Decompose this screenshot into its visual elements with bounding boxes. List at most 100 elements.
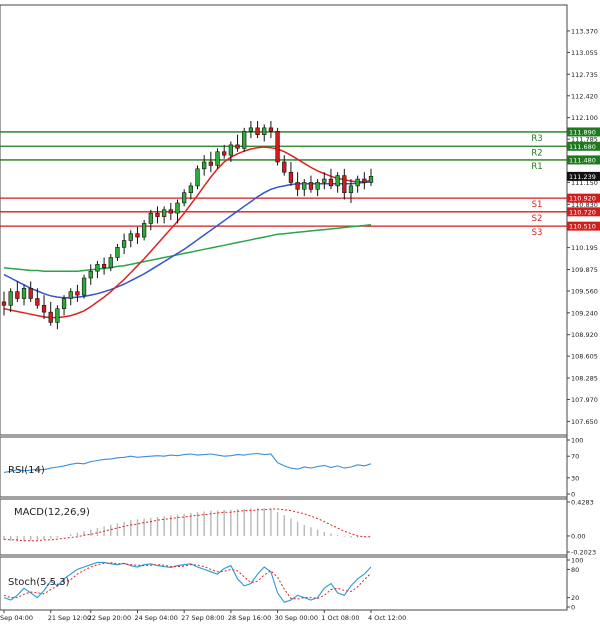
macd-ytick-label: 0.4283	[571, 499, 594, 507]
main-ytick-label: 107.650	[571, 418, 598, 426]
macd-ytick-label: 0.00	[571, 532, 585, 540]
candle-body	[202, 161, 207, 170]
main-ytick-label: 112.735	[571, 71, 598, 79]
xtick-label: 30 Sep 00:00	[275, 614, 318, 622]
candle-body	[95, 264, 100, 272]
candle-body	[41, 305, 47, 313]
xtick-label: 24 Sep 04:00	[134, 614, 177, 622]
candle-body	[121, 240, 127, 248]
candle-body	[362, 178, 367, 183]
xtick-label: 21 Sep 12:00	[48, 614, 91, 622]
level-tag-label-S3: 110.510	[569, 223, 596, 231]
main-ytick-label: 113.370	[571, 27, 598, 35]
main-ytick-label: 110.195	[571, 244, 598, 252]
candle-body	[368, 176, 374, 183]
candle-body	[288, 171, 294, 183]
level-name-R3: R3	[531, 134, 542, 144]
level-name-S3: S3	[532, 228, 543, 238]
rsi-title: RSI(14)	[8, 465, 45, 476]
candle-body	[88, 270, 93, 279]
candle-body	[8, 291, 13, 306]
candle-body	[208, 161, 213, 166]
candle-body	[48, 311, 53, 323]
main-ytick-label: 112.420	[571, 92, 598, 100]
xtick-label: 22 Sep 20:00	[88, 614, 131, 622]
main-ytick-label: 112.100	[571, 114, 598, 122]
pane-border-rsi	[0, 436, 568, 498]
candle-body	[275, 130, 280, 163]
candle-body	[168, 209, 173, 214]
forex-chart: 113.370 113.055 112.735 112.420 112.100 111.7…	[0, 0, 600, 625]
stoch-ytick-label: 20	[571, 594, 579, 602]
xtick-label: 1 Oct 08:00	[321, 614, 359, 622]
pane-border-main	[0, 4, 568, 436]
candle-body	[315, 182, 320, 190]
chart-svg: 113.370113.055112.735112.420112.100111.7…	[0, 4, 600, 622]
main-ytick-label: 109.240	[571, 309, 598, 317]
rsi-ytick-label: 100	[571, 437, 583, 445]
candle-body	[355, 178, 360, 187]
level-tag-label-S1: 110.920	[569, 195, 596, 203]
candle-body	[228, 144, 234, 156]
main-ytick-label: 109.875	[571, 266, 598, 274]
candle-body	[55, 308, 60, 323]
rsi-ytick-label: 70	[571, 453, 579, 461]
candle-body	[128, 233, 133, 241]
level-name-S2: S2	[532, 214, 543, 224]
candle-body	[15, 291, 20, 299]
stoch-ytick-label: 0	[571, 604, 575, 612]
candle-body	[302, 182, 307, 190]
candle-body	[222, 151, 227, 156]
candle-body	[101, 264, 107, 269]
xtick-label: 4 Oct 12:00	[368, 614, 406, 622]
level-tag-label-R3: 111.890	[569, 128, 596, 136]
candle-body	[322, 178, 327, 183]
ma-fast-line	[3, 146, 372, 319]
candle-body	[182, 192, 187, 204]
level-tag-label-S2: 110.720	[569, 208, 596, 216]
main-ytick-label: 108.920	[571, 331, 598, 339]
candle-body	[348, 185, 354, 193]
candle-body	[81, 277, 87, 296]
candle-body	[21, 287, 27, 299]
candle-body	[175, 202, 180, 214]
stoch-ytick-label: 80	[571, 566, 579, 574]
rsi-ytick-label: 30	[571, 474, 579, 482]
candle-body	[188, 185, 193, 193]
candle-body	[135, 233, 140, 238]
candle-body	[35, 298, 40, 306]
level-name-R2: R2	[531, 148, 542, 158]
candle-body	[295, 182, 300, 190]
candle-body	[195, 168, 200, 187]
candle-body	[115, 247, 120, 258]
candle-body	[155, 212, 160, 217]
candle-body	[335, 175, 340, 187]
main-ytick-label: 107.970	[571, 396, 598, 404]
candle-body	[68, 291, 73, 299]
candle-body	[108, 257, 113, 269]
candle-body	[28, 287, 33, 299]
main-ytick-label: 109.560	[571, 287, 598, 295]
candle-body	[148, 212, 153, 224]
macd-title: MACD(12,26,9)	[14, 507, 90, 518]
rsi-ytick-label: 0	[571, 491, 575, 499]
candle-body	[308, 182, 314, 190]
xtick-label: Sep 04:00	[0, 614, 33, 622]
candle-body	[262, 127, 267, 135]
main-ytick-label: 108.605	[571, 353, 598, 361]
macd-ytick-label: -0.2023	[571, 549, 596, 557]
candle-body	[61, 298, 67, 310]
candle-body	[328, 178, 334, 187]
current-price-label: 111.239	[569, 173, 596, 181]
ma-mid-line	[3, 181, 372, 299]
main-ytick-label: 108.285	[571, 375, 598, 383]
level-tag-label-R2: 111.680	[569, 143, 596, 151]
candle-body	[162, 209, 167, 217]
candle-body	[75, 291, 80, 296]
candle-body	[248, 127, 254, 132]
candle-body	[141, 223, 147, 238]
candle-body	[242, 130, 247, 149]
stoch-title: Stoch(5,5,3)	[8, 577, 70, 588]
xtick-label: 28 Sep 16:00	[228, 614, 271, 622]
candle-body	[268, 127, 274, 132]
